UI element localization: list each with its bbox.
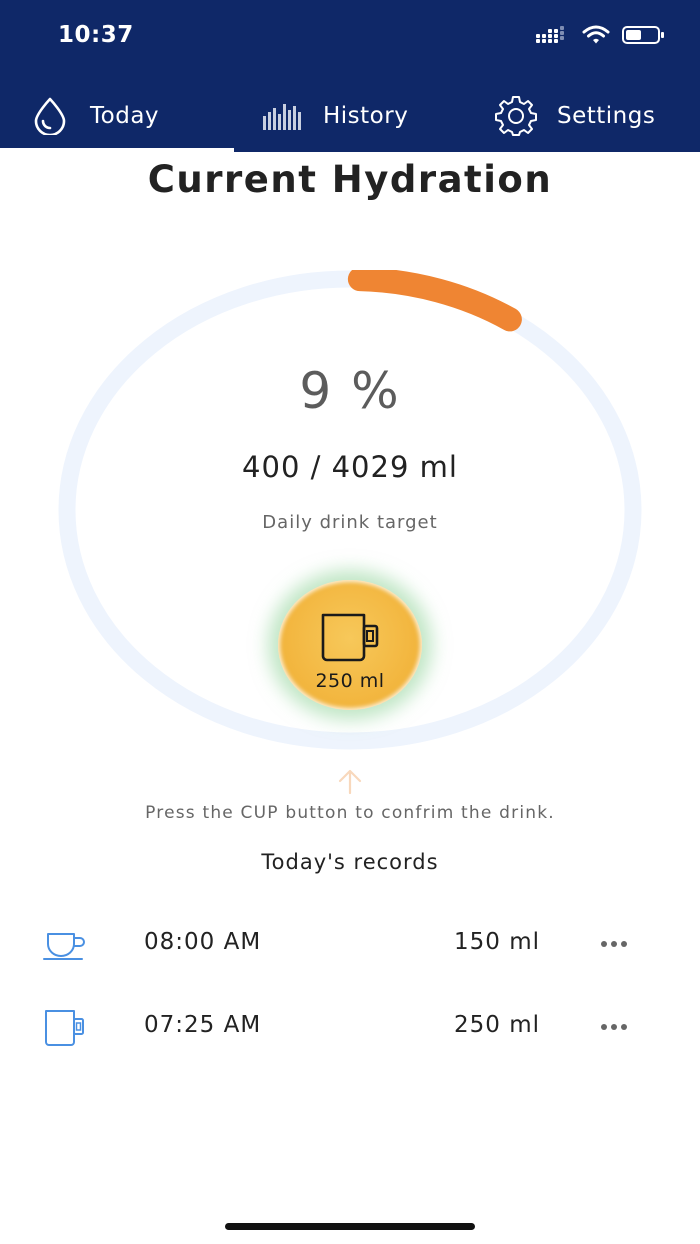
- tab-today[interactable]: Today: [32, 80, 159, 152]
- signal-icon: [536, 26, 570, 48]
- records-title: Today's records: [261, 850, 439, 874]
- active-tab-indicator: [0, 148, 234, 152]
- record-row: 07:25 AM 250 ml: [0, 996, 700, 1056]
- home-indicator: [225, 1223, 475, 1230]
- hydration-percent: 9 %: [299, 362, 401, 420]
- status-time: 10:37: [58, 22, 134, 48]
- record-row: 08:00 AM 150 ml: [0, 913, 700, 973]
- status-icons: [536, 24, 666, 50]
- app-header: 10:37 Today History Settings: [0, 0, 700, 152]
- tab-settings[interactable]: Settings: [494, 80, 655, 152]
- progress-arc: [347, 270, 522, 332]
- record-time: 08:00 AM: [144, 929, 262, 955]
- tab-bar: Today History Settings: [0, 80, 700, 152]
- tab-history-label: History: [323, 103, 409, 129]
- teacup-icon: [40, 925, 90, 965]
- water-drop-icon: [32, 97, 68, 135]
- cup-button-label: 250 ml: [315, 670, 385, 692]
- wifi-icon: [582, 25, 610, 49]
- bar-chart-icon: [262, 102, 306, 130]
- confirm-hint: Press the CUP button to confrim the drin…: [145, 803, 555, 823]
- daily-target-label: Daily drink target: [262, 512, 438, 533]
- more-dot: [611, 1024, 617, 1030]
- record-time: 07:25 AM: [144, 1012, 262, 1038]
- more-options-button[interactable]: [592, 1010, 636, 1044]
- record-amount: 150 ml: [453, 929, 540, 955]
- status-bar: 10:37: [0, 0, 700, 70]
- more-dot: [621, 941, 627, 947]
- arrow-up-icon: [338, 769, 362, 795]
- drink-cup-button[interactable]: 250 ml: [278, 580, 422, 710]
- battery-icon: [622, 24, 666, 50]
- mug-icon: [40, 1008, 90, 1048]
- record-amount: 250 ml: [453, 1012, 540, 1038]
- more-dot: [621, 1024, 627, 1030]
- more-dot: [611, 941, 617, 947]
- tab-settings-label: Settings: [557, 103, 656, 129]
- page-title: Current Hydration: [147, 158, 553, 201]
- more-dot: [601, 1024, 607, 1030]
- more-dot: [601, 941, 607, 947]
- gear-icon: [494, 95, 538, 137]
- more-options-button[interactable]: [592, 927, 636, 961]
- tab-today-label: Today: [90, 103, 160, 129]
- tab-history[interactable]: History: [262, 80, 408, 152]
- mug-icon: [318, 612, 382, 668]
- hydration-amount: 400 / 4029 ml: [242, 450, 458, 484]
